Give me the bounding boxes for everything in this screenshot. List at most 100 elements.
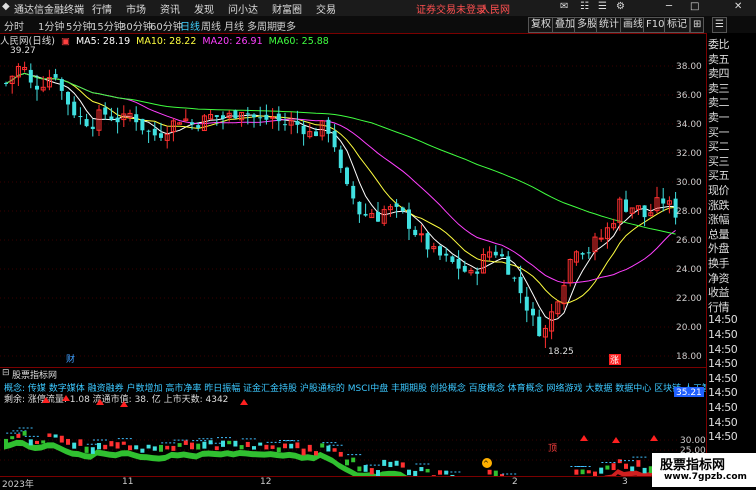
marker-zhang[interactable]: 涨 bbox=[610, 355, 619, 366]
quote-panel-item: 涨幅 bbox=[708, 213, 730, 227]
candle-body bbox=[72, 101, 77, 116]
candle-body bbox=[518, 276, 523, 294]
menu-icon-1[interactable]: ✉ bbox=[560, 1, 568, 12]
menu-bar: ◆ 通达信金融终端 行情 市场 资讯 发现 问小达 财富圈 交易 证券交易未登录… bbox=[0, 0, 756, 17]
candle-body bbox=[345, 167, 349, 185]
period-tab-60m[interactable]: 60分钟 bbox=[150, 18, 183, 33]
sub-bar bbox=[369, 468, 374, 475]
period-tab-multi[interactable]: 多周期 bbox=[247, 18, 277, 33]
candle-body bbox=[233, 110, 238, 119]
close-icon[interactable]: ✕ bbox=[734, 1, 742, 12]
period-tab-daily[interactable]: 日线 bbox=[180, 18, 200, 33]
sub-bar bbox=[438, 470, 442, 475]
candle-body bbox=[512, 277, 517, 279]
period-tab-weekly[interactable]: 周线 bbox=[201, 18, 221, 33]
sub-bar bbox=[53, 434, 58, 438]
candle-body bbox=[28, 69, 33, 83]
buy-arrow-icon bbox=[42, 397, 50, 403]
candle-body bbox=[363, 213, 368, 216]
quote-panel-item: 14:50 bbox=[708, 313, 738, 327]
date-11: 11 bbox=[122, 477, 134, 487]
menu-item-market[interactable]: 市场 bbox=[126, 1, 146, 16]
sub-bar bbox=[611, 463, 616, 471]
quote-panel-item: 卖一 bbox=[708, 111, 730, 124]
sub-bar bbox=[10, 436, 15, 440]
sub-bar bbox=[357, 466, 362, 472]
sub-bar bbox=[128, 445, 132, 451]
login-notice[interactable]: 证券交易未登录 bbox=[416, 1, 486, 16]
quote-panel-item: 14:50 bbox=[708, 357, 738, 371]
period-tab-15m[interactable]: 15分钟 bbox=[91, 18, 124, 33]
quote-panel-item: 净资 bbox=[708, 271, 730, 285]
signal-mark-icon: ^ bbox=[483, 460, 489, 468]
period-tab-timeshare[interactable]: 分时 bbox=[4, 18, 24, 33]
menu-item-news[interactable]: 资讯 bbox=[160, 1, 180, 16]
date-3: 3 bbox=[622, 477, 628, 487]
marker-cai[interactable]: 财 bbox=[66, 353, 75, 365]
sub-bar bbox=[233, 440, 238, 447]
sub-marker-ding: 顶 bbox=[548, 443, 557, 454]
candle-body bbox=[493, 251, 498, 256]
sub-bar bbox=[444, 470, 449, 475]
menu-item-wealth[interactable]: 财富圈 bbox=[272, 1, 302, 16]
sub-bar bbox=[134, 445, 139, 450]
indicator-title[interactable]: 股票指标网 bbox=[12, 368, 57, 381]
kline-chart[interactable]: 39.27 18.25 财 涨 38.00 36.00 34.00 32.00 30.0… bbox=[0, 33, 706, 367]
indicator-header: ⊟ 股票指标网 bbox=[0, 367, 706, 382]
grid-icon[interactable]: ⊞ bbox=[690, 17, 705, 33]
sub-bar bbox=[351, 457, 356, 463]
broker-name: 人民网 bbox=[480, 5, 510, 16]
candle-body bbox=[78, 116, 83, 118]
candle-body bbox=[245, 113, 250, 115]
app-title: 通达信金融终端 bbox=[14, 5, 84, 16]
quote-panel-item: 14:50 bbox=[708, 415, 738, 429]
low-price-label: 18.25 bbox=[548, 347, 574, 357]
date-12: 12 bbox=[260, 477, 272, 487]
period-tab-monthly[interactable]: 月线 bbox=[224, 18, 244, 33]
indicator-chart[interactable]: ^ 顶 30.0025.0020.0035.21 bbox=[0, 381, 706, 476]
sub-bar bbox=[152, 446, 157, 451]
sub-bar bbox=[419, 467, 424, 472]
menu-icon-2[interactable]: ☷ bbox=[580, 1, 589, 12]
quote-panel-item: 买五 bbox=[708, 169, 730, 183]
sub-bar bbox=[221, 440, 225, 447]
price-tick-label: 22.00 bbox=[676, 294, 702, 304]
adjust-button[interactable]: 复权 bbox=[528, 17, 554, 33]
list-icon[interactable]: ☰ bbox=[712, 17, 727, 33]
menu-item-discover[interactable]: 发现 bbox=[194, 1, 214, 16]
period-tab-5m[interactable]: 5分钟 bbox=[66, 18, 92, 33]
quote-panel-item: 14:50 bbox=[708, 328, 738, 341]
candle-body bbox=[537, 316, 542, 337]
candle-body bbox=[506, 256, 511, 275]
indicator-toggle-icon[interactable]: ⊟ bbox=[2, 368, 10, 378]
period-tab-1m[interactable]: 1分钟 bbox=[38, 18, 64, 33]
sub-bar bbox=[332, 448, 337, 452]
menu-item-assistant[interactable]: 问小达 bbox=[228, 1, 258, 16]
candle-body bbox=[4, 82, 8, 84]
quote-panel-item: 14:50 bbox=[708, 430, 738, 444]
stats-button[interactable]: 统计 bbox=[596, 17, 622, 33]
candle-body bbox=[258, 117, 263, 119]
candle-body bbox=[190, 122, 194, 125]
period-tab-30m[interactable]: 30分钟 bbox=[120, 18, 153, 33]
quote-panel-item: 委比 bbox=[708, 38, 730, 51]
menu-item-quotes[interactable]: 行情 bbox=[92, 1, 112, 16]
candle-body bbox=[35, 85, 39, 90]
high-price-label: 39.27 bbox=[10, 46, 36, 56]
date-2023: 2023年 bbox=[2, 480, 34, 490]
menu-icon-4[interactable]: ⚙ bbox=[616, 1, 625, 12]
price-tick-label: 32.00 bbox=[676, 149, 702, 159]
menu-item-trade[interactable]: 交易 bbox=[316, 1, 336, 16]
sub-bar bbox=[605, 465, 610, 470]
sub-bar bbox=[307, 444, 312, 452]
mark-button[interactable]: 标记 bbox=[664, 17, 690, 33]
maximize-icon[interactable]: □ bbox=[690, 1, 699, 12]
menu-icon-3[interactable]: ☰ bbox=[598, 1, 607, 12]
sub-bar bbox=[258, 442, 263, 446]
sub-bar bbox=[115, 442, 120, 449]
candle-body bbox=[413, 229, 418, 236]
watermark: 股票指标网 www.7gpzb.com bbox=[652, 453, 756, 487]
minimize-icon[interactable]: ─ bbox=[666, 1, 672, 12]
sub-bar bbox=[624, 463, 628, 469]
period-tab-more[interactable]: 更多 bbox=[276, 18, 296, 33]
